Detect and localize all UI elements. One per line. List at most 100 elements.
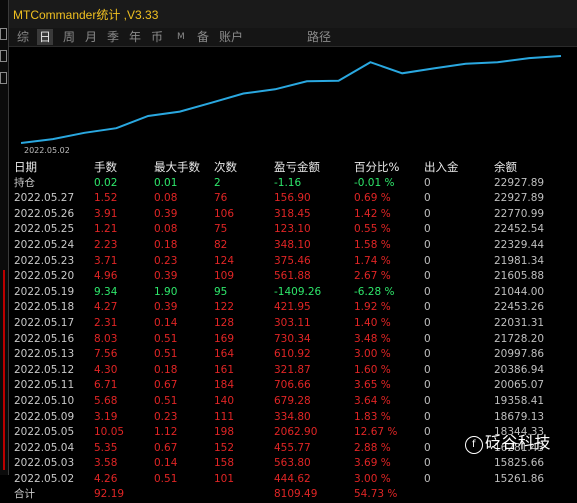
- tab-currency[interactable]: 币: [149, 29, 165, 45]
- cell-count: 198: [214, 426, 235, 439]
- table-row[interactable]: 2022.05.11 6.71 0.67 184 706.66 3.65 % 0 20065.…: [9, 378, 577, 394]
- col-date[interactable]: 日期: [14, 160, 37, 175]
- cell-date: 2022.05.23: [14, 254, 75, 267]
- cell-pnl: 318.45: [274, 207, 311, 220]
- cell-pnl: 8109.49: [274, 488, 318, 501]
- col-balance[interactable]: 余额: [494, 160, 517, 175]
- table-row[interactable]: 2022.05.23 3.71 0.23 124 375.46 1.74 % 0 21981.…: [9, 254, 577, 270]
- titlebar[interactable]: MTCommander统计 ,V3.33: [9, 0, 577, 29]
- col-count[interactable]: 次数: [214, 160, 237, 175]
- cell-max: 1.90: [154, 285, 178, 298]
- col-max-lots[interactable]: 最大手数: [154, 160, 200, 175]
- table-row[interactable]: 2022.05.24 2.23 0.18 82 348.10 1.58 % 0 22329.4…: [9, 238, 577, 254]
- cell-count: 111: [214, 410, 235, 423]
- cell-date: 2022.05.03: [14, 457, 75, 470]
- cell-pnl: 444.62: [274, 472, 311, 485]
- cell-flow: 0: [424, 254, 431, 267]
- cell-date: 2022.05.17: [14, 316, 75, 329]
- cell-count: 95: [214, 285, 228, 298]
- table-row[interactable]: 2022.05.19 9.34 1.90 95 -1409.26 -6.28 % 0 2104…: [9, 285, 577, 301]
- col-percent[interactable]: 百分比%: [354, 160, 399, 175]
- table-row[interactable]: 2022.05.17 2.31 0.14 128 303.11 1.40 % 0 22031.…: [9, 316, 577, 332]
- cell-date: 2022.05.12: [14, 363, 75, 376]
- table-row[interactable]: 合计 92.19 8109.49 54.73 %: [9, 487, 577, 503]
- cell-date: 2022.05.26: [14, 207, 75, 220]
- cell-bal: 19358.41: [494, 394, 545, 407]
- tab-account[interactable]: 账户: [217, 29, 245, 45]
- table-row[interactable]: 2022.05.25 1.21 0.08 75 123.10 0.55 % 0 22452.5…: [9, 222, 577, 238]
- cell-pnl: 2062.90: [274, 426, 318, 439]
- cell-pnl: 156.90: [274, 192, 311, 205]
- cell-flow: 0: [424, 363, 431, 376]
- cell-date: 2022.05.27: [14, 192, 75, 205]
- cell-pct: 54.73 %: [354, 488, 398, 501]
- cell-count: 124: [214, 254, 235, 267]
- cell-lots: 3.58: [94, 457, 118, 470]
- tab-weekly[interactable]: 周: [61, 29, 77, 45]
- cell-flow: 0: [424, 472, 431, 485]
- tab-quarterly[interactable]: 季: [105, 29, 121, 45]
- table-row[interactable]: 2022.05.02 4.26 0.51 101 444.62 3.00 % 0 15261.…: [9, 472, 577, 488]
- cell-lots: 5.35: [94, 441, 118, 454]
- table-row[interactable]: 2022.05.20 4.96 0.39 109 561.88 2.67 % 0 21605.…: [9, 269, 577, 285]
- table-row[interactable]: 持仓 0.02 0.01 2 -1.16 -0.01 % 0 22927.89: [9, 176, 577, 192]
- cell-lots: 9.34: [94, 285, 118, 298]
- cell-count: 109: [214, 270, 235, 283]
- cell-pnl: 730.34: [274, 332, 311, 345]
- background-checkbox: [0, 72, 7, 84]
- cell-pct: 3.65 %: [354, 379, 391, 392]
- cell-bal: 22927.89: [494, 176, 545, 189]
- table-row[interactable]: 2022.05.10 5.68 0.51 140 679.28 3.64 % 0 19358.…: [9, 394, 577, 410]
- cell-pct: 3.00 %: [354, 348, 391, 361]
- cell-lots: 8.03: [94, 332, 118, 345]
- cell-lots: 3.19: [94, 410, 118, 423]
- table-row[interactable]: 2022.05.09 3.19 0.23 111 334.80 1.83 % 0 18679.…: [9, 410, 577, 426]
- cell-flow: 0: [424, 379, 431, 392]
- cell-flow: 0: [424, 316, 431, 329]
- cell-max: 0.39: [154, 270, 178, 283]
- tab-m[interactable]: M: [175, 29, 187, 45]
- col-lots[interactable]: 手数: [94, 160, 117, 175]
- table-row[interactable]: 2022.05.12 4.30 0.18 161 321.87 1.60 % 0 20386.…: [9, 363, 577, 379]
- background-checkbox: [0, 50, 7, 62]
- table-row[interactable]: 2022.05.27 1.52 0.08 76 156.90 0.69 % 0 22927.8…: [9, 191, 577, 207]
- cell-flow: 0: [424, 410, 431, 423]
- cell-max: 0.39: [154, 301, 178, 314]
- cell-pct: 1.74 %: [354, 254, 391, 267]
- table-row[interactable]: 2022.05.13 7.56 0.51 164 610.92 3.00 % 0 20997.…: [9, 347, 577, 363]
- table-row[interactable]: 2022.05.26 3.91 0.39 106 318.45 1.42 % 0 22770.…: [9, 207, 577, 223]
- table-row[interactable]: 2022.05.16 8.03 0.51 169 730.34 3.48 % 0 21728.…: [9, 332, 577, 348]
- stats-window: MTCommander统计 ,V3.33 综 日 周 月 季 年 币 M 备 账…: [8, 0, 577, 500]
- period-tabs: 综 日 周 月 季 年 币 M 备 账户 路径: [9, 28, 577, 47]
- cell-lots: 3.71: [94, 254, 118, 267]
- tab-notes[interactable]: 备: [195, 29, 211, 45]
- cell-count: 76: [214, 192, 228, 205]
- toutiao-logo-icon: f: [465, 436, 483, 454]
- cell-count: 2: [214, 176, 221, 189]
- cell-count: 106: [214, 207, 235, 220]
- cell-count: 158: [214, 457, 235, 470]
- cell-pnl: 348.10: [274, 238, 311, 251]
- tab-summary[interactable]: 综: [15, 29, 31, 45]
- cell-pct: 2.67 %: [354, 270, 391, 283]
- cell-pct: 0.55 %: [354, 223, 391, 236]
- col-cashflow[interactable]: 出入金: [424, 160, 459, 175]
- cell-lots: 4.30: [94, 363, 118, 376]
- tab-yearly[interactable]: 年: [127, 29, 143, 45]
- balance-line-chart: [20, 55, 562, 144]
- col-pnl[interactable]: 盈亏金额: [274, 160, 320, 175]
- cell-pct: 3.69 %: [354, 457, 391, 470]
- table-row[interactable]: 2022.05.03 3.58 0.14 158 563.80 3.69 % 0 15825.…: [9, 456, 577, 472]
- cell-flow: 0: [424, 301, 431, 314]
- tab-daily[interactable]: 日: [37, 29, 54, 45]
- cell-lots: 4.96: [94, 270, 118, 283]
- cell-pnl: 321.87: [274, 363, 311, 376]
- table-row[interactable]: 2022.05.18 4.27 0.39 122 421.95 1.92 % 0 22453.…: [9, 300, 577, 316]
- tab-monthly[interactable]: 月: [83, 29, 99, 45]
- cell-bal: 15825.66: [494, 457, 545, 470]
- cell-bal: 20386.94: [494, 363, 545, 376]
- tab-path[interactable]: 路径: [305, 29, 333, 45]
- cell-date: 持仓: [14, 176, 35, 189]
- cell-max: 0.67: [154, 379, 178, 392]
- cell-max: 0.18: [154, 363, 178, 376]
